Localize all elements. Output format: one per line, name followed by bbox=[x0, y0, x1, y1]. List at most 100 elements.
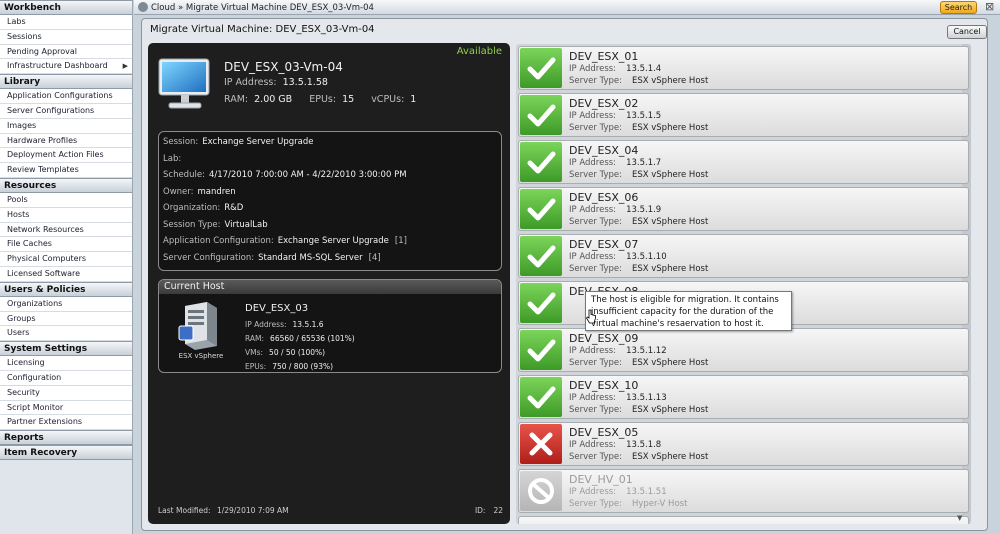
close-icon[interactable]: ⊠ bbox=[985, 0, 994, 13]
host-card-name: DEV_ESX_10 bbox=[569, 379, 639, 392]
host-vms-label: VMs: bbox=[245, 348, 264, 357]
vm-vcpus-label: vCPUs: bbox=[371, 94, 405, 105]
breadcrumb: Cloud » Migrate Virtual Machine DEV_ESX_… bbox=[138, 2, 374, 13]
server-icon bbox=[178, 302, 217, 350]
sidebar-item-label: Hardware Profiles bbox=[7, 135, 78, 145]
sidebar-item-deployment-action-files[interactable]: Deployment Action Files bbox=[0, 148, 132, 164]
host-card-type-label: Server Type: bbox=[569, 264, 622, 274]
host-card-type-value: ESX vSphere Host bbox=[631, 76, 709, 86]
sidebar-section-item-recovery[interactable]: Item Recovery bbox=[0, 445, 132, 461]
session-row-owner: Owner: mandren bbox=[159, 184, 501, 201]
vm-details-panel: Available DEV_ESX_03-Vm-04 IP Address: 13… bbox=[148, 43, 510, 524]
sidebar-item-label: Organizations bbox=[7, 298, 63, 308]
x-mark-icon bbox=[520, 424, 562, 464]
host-card-dev-esx-02[interactable]: DEV_ESX_02 IP Address: 13.5.1.5 Server Type… bbox=[518, 93, 969, 137]
host-card-ip: IP Address: 13.5.1.51 bbox=[569, 487, 667, 497]
breadcrumb-text[interactable]: Cloud » Migrate Virtual Machine DEV_ESX_… bbox=[151, 3, 374, 13]
host-ip-value: 13.5.1.6 bbox=[292, 320, 324, 329]
session-row-value: R&D bbox=[224, 203, 244, 213]
host-card-name: DEV_ESX_06 bbox=[569, 191, 639, 204]
session-row-label: Session: bbox=[163, 137, 199, 147]
sidebar-section-workbench[interactable]: Workbench bbox=[0, 0, 132, 15]
sidebar-item-pending-approval[interactable]: Pending Approval bbox=[0, 44, 132, 60]
sidebar-item-labs[interactable]: Labs bbox=[0, 15, 132, 30]
sidebar-item-infrastructure-dashboard[interactable]: Infrastructure Dashboard ▶ bbox=[0, 59, 132, 75]
migrate-dialog: Migrate Virtual Machine: DEV_ESX_03-Vm-0… bbox=[141, 18, 988, 531]
sidebar-item-partner-extensions[interactable]: Partner Extensions bbox=[0, 415, 132, 431]
sidebar-item-sessions[interactable]: Sessions bbox=[0, 29, 132, 45]
sidebar-item-images[interactable]: Images bbox=[0, 118, 132, 134]
scroll-down-arrow-icon[interactable]: ▼ bbox=[957, 514, 962, 522]
host-card-type-label: Server Type: bbox=[569, 499, 622, 509]
session-row-session-type: Session Type: VirtualLab bbox=[159, 217, 501, 234]
host-card-ip-value: 13.5.1.9 bbox=[626, 205, 662, 215]
sidebar-item-pools[interactable]: Pools bbox=[0, 192, 132, 208]
sidebar-item-review-templates[interactable]: Review Templates bbox=[0, 163, 132, 178]
sidebar-item-hosts[interactable]: Hosts bbox=[0, 207, 132, 223]
host-card-ip-label: IP Address: bbox=[569, 252, 617, 262]
sidebar-item-label: Application Configurations bbox=[7, 91, 113, 101]
sidebar-section-reports[interactable]: Reports bbox=[0, 430, 132, 446]
target-host-list[interactable]: DEV_ESX_01 IP Address: 13.5.1.4 Server Type… bbox=[516, 44, 971, 524]
cancel-button[interactable]: Cancel bbox=[947, 25, 987, 39]
host-card-type: Server Type: ESX vSphere Host bbox=[569, 76, 708, 86]
sidebar-item-physical-computers[interactable]: Physical Computers bbox=[0, 252, 132, 267]
last-modified-label: Last Modified: bbox=[158, 506, 211, 515]
sidebar-item-organizations[interactable]: Organizations bbox=[0, 296, 132, 312]
host-card-dev-esx-09[interactable]: DEV_ESX_09 IP Address: 13.5.1.12 Server Typ… bbox=[518, 328, 969, 372]
host-card-dev-esx-05[interactable]: DEV_ESX_05 IP Address: 13.5.1.8 Server Type… bbox=[518, 422, 969, 466]
sidebar-item-label: Images bbox=[7, 120, 37, 130]
host-card-ip-label: IP Address: bbox=[569, 346, 617, 356]
sidebar-item-application-configurations[interactable]: Application Configurations bbox=[0, 89, 132, 104]
host-card-type-label: Server Type: bbox=[569, 358, 622, 368]
host-card-ip-label: IP Address: bbox=[569, 440, 617, 450]
sidebar-item-server-configurations[interactable]: Server Configurations bbox=[0, 103, 132, 119]
host-card-ip: IP Address: 13.5.1.5 bbox=[569, 111, 661, 121]
sidebar-item-security[interactable]: Security bbox=[0, 385, 132, 401]
sidebar-item-users[interactable]: Users bbox=[0, 326, 132, 342]
sidebar-section-resources[interactable]: Resources bbox=[0, 177, 132, 193]
sidebar-section-library[interactable]: Library bbox=[0, 74, 132, 90]
sidebar-section-system-settings[interactable]: System Settings bbox=[0, 341, 132, 357]
session-row-value: Exchange Server Upgrade bbox=[202, 137, 314, 147]
session-row-server-configuration: Server Configuration: Standard MS-SQL Ser… bbox=[159, 250, 501, 267]
sidebar-section-users-and-policies[interactable]: Users & Policies bbox=[0, 281, 132, 297]
sidebar-item-groups[interactable]: Groups bbox=[0, 311, 132, 327]
sidebar: Workbench Labs Sessions Pending Approval Inf… bbox=[0, 0, 133, 534]
session-row-label: Owner: bbox=[163, 186, 194, 197]
vm-ram-label: RAM: bbox=[224, 94, 249, 105]
vm-id-value: 22 bbox=[493, 506, 503, 515]
host-card-type: Server Type: Hyper-V Host bbox=[569, 499, 687, 509]
sidebar-item-label: Configuration bbox=[7, 372, 62, 382]
host-card-dev-esx-10[interactable]: DEV_ESX_10 IP Address: 13.5.1.13 Server Typ… bbox=[518, 375, 969, 419]
sidebar-item-licensed-software[interactable]: Licensed Software bbox=[0, 266, 132, 282]
cloud-home-icon[interactable] bbox=[138, 2, 148, 12]
host-card-dev-hv-01[interactable]: DEV_HV_01 IP Address: 13.5.1.51 Server Type… bbox=[518, 469, 969, 513]
host-card-ip: IP Address: 13.5.1.10 bbox=[569, 252, 667, 262]
sidebar-item-configuration[interactable]: Configuration bbox=[0, 370, 132, 386]
sidebar-item-hardware-profiles[interactable]: Hardware Profiles bbox=[0, 133, 132, 149]
vm-ip-label: IP Address: bbox=[224, 77, 277, 88]
host-card-ip: IP Address: 13.5.1.9 bbox=[569, 205, 661, 215]
host-card-dev-esx-04[interactable]: DEV_ESX_04 IP Address: 13.5.1.7 Server Type… bbox=[518, 140, 969, 184]
top-bar: Cloud » Migrate Virtual Machine DEV_ESX_… bbox=[134, 0, 1000, 15]
session-row-lab: Lab: bbox=[159, 151, 501, 168]
host-card-dev-esx-06[interactable]: DEV_ESX_06 IP Address: 13.5.1.9 Server Type… bbox=[518, 187, 969, 231]
host-card-dev-esx-01[interactable]: DEV_ESX_01 IP Address: 13.5.1.4 Server Type… bbox=[518, 46, 969, 90]
sidebar-item-file-caches[interactable]: File Caches bbox=[0, 237, 132, 253]
host-card-type-value: Hyper-V Host bbox=[631, 499, 688, 509]
session-row-label: Schedule: bbox=[163, 170, 205, 180]
sidebar-item-label: Review Templates bbox=[7, 165, 79, 175]
host-card-partial[interactable] bbox=[518, 516, 969, 524]
host-card-type-label: Server Type: bbox=[569, 123, 622, 133]
current-host-name: DEV_ESX_03 bbox=[245, 303, 309, 314]
sidebar-item-network-resources[interactable]: Network Resources bbox=[0, 222, 132, 238]
sidebar-item-script-monitor[interactable]: Script Monitor bbox=[0, 400, 132, 416]
session-row-session: Session: Exchange Server Upgrade bbox=[159, 134, 501, 151]
search-button[interactable]: Search bbox=[940, 1, 977, 14]
checkmark-icon bbox=[520, 330, 562, 370]
host-card-ip-value: 13.5.1.13 bbox=[626, 393, 667, 403]
sidebar-item-licensing[interactable]: Licensing bbox=[0, 356, 132, 371]
host-card-dev-esx-07[interactable]: DEV_ESX_07 IP Address: 13.5.1.10 Server Typ… bbox=[518, 234, 969, 278]
host-card-ip-label: IP Address: bbox=[569, 393, 617, 403]
